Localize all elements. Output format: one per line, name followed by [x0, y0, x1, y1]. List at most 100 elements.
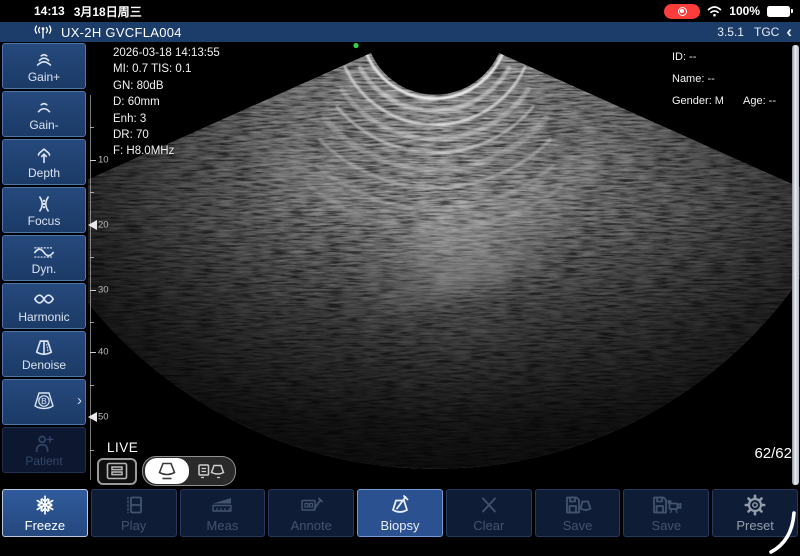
annotate-icon: [297, 493, 325, 517]
sidebar-item-label: Gain+: [28, 70, 60, 84]
snowflake-icon: [32, 493, 58, 517]
clear-button[interactable]: Clear: [446, 489, 532, 537]
ultrasound-app: 14:13 3月18日周三 100% UX-2H GVCFLA004 3.5.1…: [0, 0, 800, 556]
patient-info: ID: -- Name: -- Gender: M Age: --: [672, 47, 800, 112]
dynamic-range-button[interactable]: Dyn.: [2, 235, 86, 281]
split-view-button[interactable]: [191, 459, 233, 483]
cine-play-icon: [120, 493, 148, 517]
focus-marker-icon: [88, 412, 97, 422]
clock-date: 3月18日周三: [74, 3, 142, 20]
b-mode-button[interactable]: B ›: [2, 379, 86, 425]
wireless-probe-icon: [33, 25, 53, 39]
acquisition-parameters: 2026-03-18 14:13:55 MI: 0.7 TIS: 0.1 GN:…: [113, 45, 220, 160]
ruler-label: 20: [98, 220, 109, 231]
frame-counter: 62/62: [754, 445, 792, 462]
save-image-icon: [562, 493, 594, 517]
toolbar-item-label: Clear: [473, 518, 504, 533]
tgc-collapse-chevron-icon[interactable]: ‹: [786, 25, 792, 39]
image-view-button[interactable]: [145, 458, 189, 484]
report-view-icon: [105, 462, 129, 480]
preset-gear-icon: [741, 493, 769, 517]
device-title: UX-2H GVCFLA004: [61, 25, 182, 40]
sidebar-item-label: Gain-: [29, 118, 58, 132]
sidebar-item-label: Dyn.: [32, 262, 57, 276]
sidebar-item-label: Focus: [28, 214, 61, 228]
view-mode-switcher: [97, 456, 236, 486]
toolbar-item-label: Meas: [207, 518, 239, 533]
toolbar-item-label: Save: [652, 518, 682, 533]
left-control-sidebar: Gain+ Gain- Depth Focu: [0, 42, 88, 487]
patient-icon: [30, 433, 58, 455]
b-mode-probe-icon: B: [29, 389, 59, 415]
status-bar: 14:13 3月18日周三 100%: [0, 0, 800, 22]
sidebar-item-label: Denoise: [22, 358, 66, 372]
meas-button[interactable]: Meas: [180, 489, 266, 537]
biopsy-button[interactable]: Biopsy: [357, 489, 443, 537]
toolbar-item-label: Annote: [291, 518, 332, 533]
annote-button[interactable]: Annote: [268, 489, 354, 537]
wifi-icon: [707, 6, 722, 17]
bottom-toolbar: Freeze Play Meas Annote: [0, 487, 800, 556]
ruler-label: 10: [98, 155, 109, 166]
orientation-marker-icon: [353, 43, 358, 48]
toolbar-item-label: Save: [563, 518, 593, 533]
live-status-badge: LIVE: [107, 440, 138, 455]
gain-plus-button[interactable]: Gain+: [2, 43, 86, 89]
measure-icon: [208, 493, 236, 517]
toolbar-item-label: Preset: [736, 518, 774, 533]
denoise-button[interactable]: Denoise: [2, 331, 86, 377]
ultrasound-canvas: 2026-03-18 14:13:55 MI: 0.7 TIS: 0.1 GN:…: [88, 42, 800, 487]
image-view-icon: [154, 461, 180, 481]
gain-minus-icon: [30, 97, 58, 119]
denoise-icon: [30, 337, 58, 359]
dynamic-range-value: DR: 70: [113, 127, 220, 143]
biopsy-icon: [386, 493, 414, 517]
tgc-slider-track[interactable]: [792, 45, 799, 485]
dynamic-range-icon: [30, 241, 58, 263]
focus-button[interactable]: Focus: [2, 187, 86, 233]
patient-name: Name: --: [672, 69, 800, 91]
focus-marker-icon: [88, 220, 97, 230]
patient-id: ID: --: [672, 47, 800, 69]
battery-icon: [767, 6, 790, 17]
scan-datetime: 2026-03-18 14:13:55: [113, 45, 220, 61]
app-version: 3.5.1: [717, 25, 744, 39]
save-image-button[interactable]: Save: [535, 489, 621, 537]
patient-button[interactable]: Patient: [2, 427, 86, 473]
harmonic-icon: [30, 289, 58, 311]
depth-icon: [30, 145, 58, 167]
toolbar-item-label: Freeze: [25, 518, 65, 533]
patient-age: Age: --: [743, 91, 776, 113]
enhance-value: Enh: 3: [113, 111, 220, 127]
gain-value: GN: 80dB: [113, 78, 220, 94]
report-view-button[interactable]: [97, 458, 137, 485]
play-button[interactable]: Play: [91, 489, 177, 537]
focus-icon: [30, 193, 58, 215]
screen-recording-indicator-icon[interactable]: [664, 4, 700, 19]
depth-button[interactable]: Depth: [2, 139, 86, 185]
ruler-label: 50: [98, 412, 109, 423]
frequency-value: F: H8.0MHz: [113, 143, 220, 159]
ruler-label: 30: [98, 285, 109, 296]
b-mode-expand-chevron-icon[interactable]: ›: [77, 392, 82, 409]
freeze-button[interactable]: Freeze: [2, 489, 88, 537]
harmonic-button[interactable]: Harmonic: [2, 283, 86, 329]
ruler-label: 40: [98, 347, 109, 358]
gain-minus-button[interactable]: Gain-: [2, 91, 86, 137]
gain-plus-icon: [30, 49, 58, 71]
tgc-panel-button[interactable]: TGC: [754, 25, 779, 39]
depth-value: D: 60mm: [113, 94, 220, 110]
title-bar: UX-2H GVCFLA004 3.5.1 TGC ‹: [0, 22, 800, 42]
toolbar-item-label: Play: [121, 518, 146, 533]
svg-text:B: B: [41, 396, 47, 406]
preset-button[interactable]: Preset: [712, 489, 798, 537]
patient-gender: Gender: M: [672, 95, 724, 107]
mi-tis-values: MI: 0.7 TIS: 0.1: [113, 61, 220, 77]
split-view-icon: [197, 462, 227, 480]
clock-time: 14:13: [34, 4, 65, 18]
sidebar-item-label: Harmonic: [18, 310, 69, 324]
toolbar-item-label: Biopsy: [381, 518, 420, 533]
sidebar-item-label: Patient: [25, 454, 62, 468]
battery-percent: 100%: [729, 4, 760, 18]
save-video-button[interactable]: Save: [623, 489, 709, 537]
